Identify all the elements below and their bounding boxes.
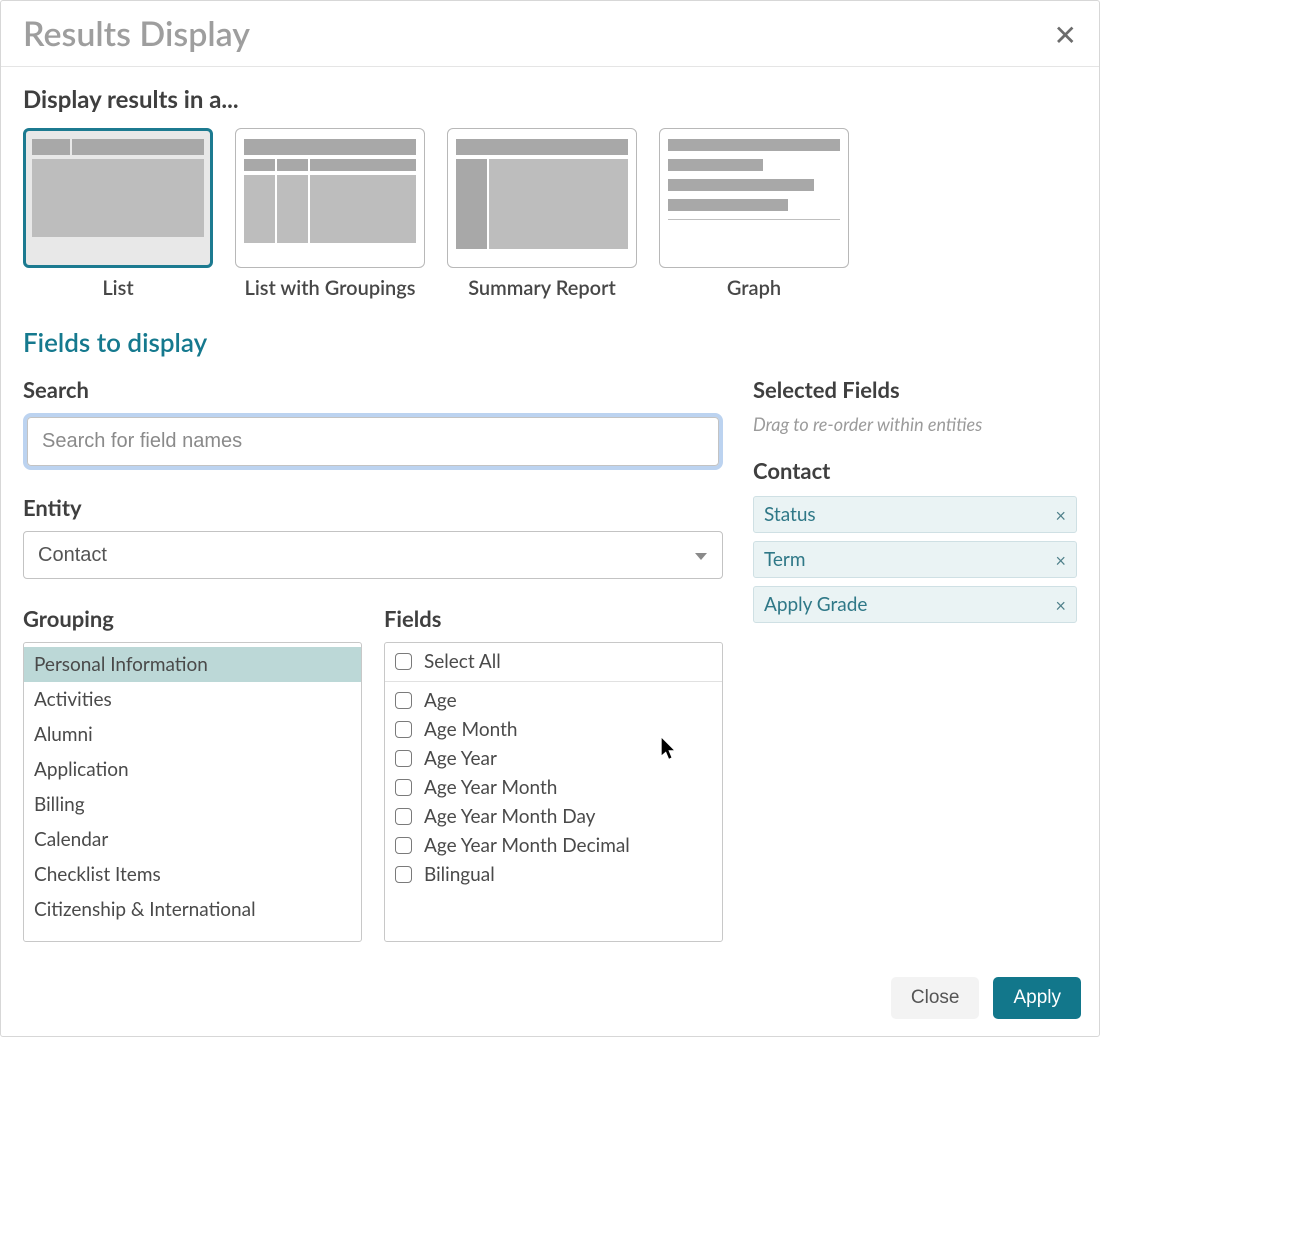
grouping-item[interactable]: Application	[24, 752, 361, 787]
modal-title: Results Display	[23, 13, 250, 54]
field-item[interactable]: Age Year Month	[385, 773, 722, 802]
checkbox-icon[interactable]	[395, 808, 412, 825]
fields-list[interactable]: Select AllAgeAge MonthAge YearAge Year M…	[384, 642, 723, 942]
grouping-item[interactable]: Personal Information	[24, 647, 361, 682]
entity-select[interactable]: Contact	[23, 531, 723, 579]
results-display-modal: Results Display ✕ Display results in a..…	[0, 0, 1100, 1037]
field-item[interactable]: Age Month	[385, 715, 722, 744]
option-summary-report[interactable]: Summary Report	[447, 128, 637, 300]
checkbox-icon[interactable]	[395, 866, 412, 883]
option-list-with-groupings[interactable]: List with Groupings	[235, 128, 425, 300]
grouping-item[interactable]: Alumni	[24, 717, 361, 752]
grouping-label: Grouping	[23, 605, 362, 632]
option-label: List with Groupings	[245, 276, 416, 300]
grouping-item[interactable]: Checklist Items	[24, 857, 361, 892]
fields-label: Fields	[384, 605, 723, 632]
modal-header: Results Display ✕	[1, 1, 1099, 67]
selected-tag[interactable]: Apply Grade×	[753, 586, 1077, 623]
fields-to-display-header: Fields to display	[23, 326, 1077, 358]
checkbox-icon[interactable]	[395, 653, 412, 670]
checkbox-icon[interactable]	[395, 692, 412, 709]
selected-tag[interactable]: Status×	[753, 496, 1077, 533]
field-item[interactable]: Age	[385, 686, 722, 715]
selected-tag[interactable]: Term×	[753, 541, 1077, 578]
grouping-list[interactable]: Personal InformationActivitiesAlumniAppl…	[23, 642, 362, 942]
selected-fields-label: Selected Fields	[753, 376, 1077, 403]
grouping-item[interactable]: Calendar	[24, 822, 361, 857]
display-options-row: List List with Groupings Summary Report	[23, 128, 1077, 300]
select-all-item[interactable]: Select All	[385, 647, 722, 682]
remove-tag-icon[interactable]: ×	[1056, 504, 1066, 526]
grouping-item[interactable]: Citizenship & International	[24, 892, 361, 927]
apply-button[interactable]: Apply	[993, 977, 1081, 1019]
option-label: Graph	[727, 276, 781, 300]
field-item[interactable]: Age Year Month Decimal	[385, 831, 722, 860]
field-item[interactable]: Age Year	[385, 744, 722, 773]
option-label: Summary Report	[468, 276, 616, 300]
search-input-wrap	[23, 413, 723, 470]
close-button[interactable]: Close	[891, 977, 980, 1019]
option-graph[interactable]: Graph	[659, 128, 849, 300]
checkbox-icon[interactable]	[395, 750, 412, 767]
selected-group-title: Contact	[753, 457, 1077, 484]
close-icon[interactable]: ✕	[1054, 20, 1077, 48]
remove-tag-icon[interactable]: ×	[1056, 549, 1066, 571]
search-input[interactable]	[27, 417, 719, 466]
option-list[interactable]: List	[23, 128, 213, 300]
display-results-label: Display results in a...	[23, 85, 1077, 114]
grouping-item[interactable]: Activities	[24, 682, 361, 717]
modal-body: Display results in a... List List with G…	[1, 67, 1099, 942]
checkbox-icon[interactable]	[395, 837, 412, 854]
selected-fields-hint: Drag to re-order within entities	[753, 413, 1077, 435]
grouping-item[interactable]: Billing	[24, 787, 361, 822]
option-label: List	[102, 276, 133, 300]
selected-list: Status× Term× Apply Grade×	[753, 496, 1077, 623]
field-item[interactable]: Bilingual	[385, 860, 722, 889]
entity-label: Entity	[23, 494, 723, 521]
search-label: Search	[23, 376, 723, 403]
checkbox-icon[interactable]	[395, 721, 412, 738]
modal-footer: Close Apply	[1, 960, 1099, 1036]
field-item[interactable]: Age Year Month Day	[385, 802, 722, 831]
remove-tag-icon[interactable]: ×	[1056, 594, 1066, 616]
checkbox-icon[interactable]	[395, 779, 412, 796]
